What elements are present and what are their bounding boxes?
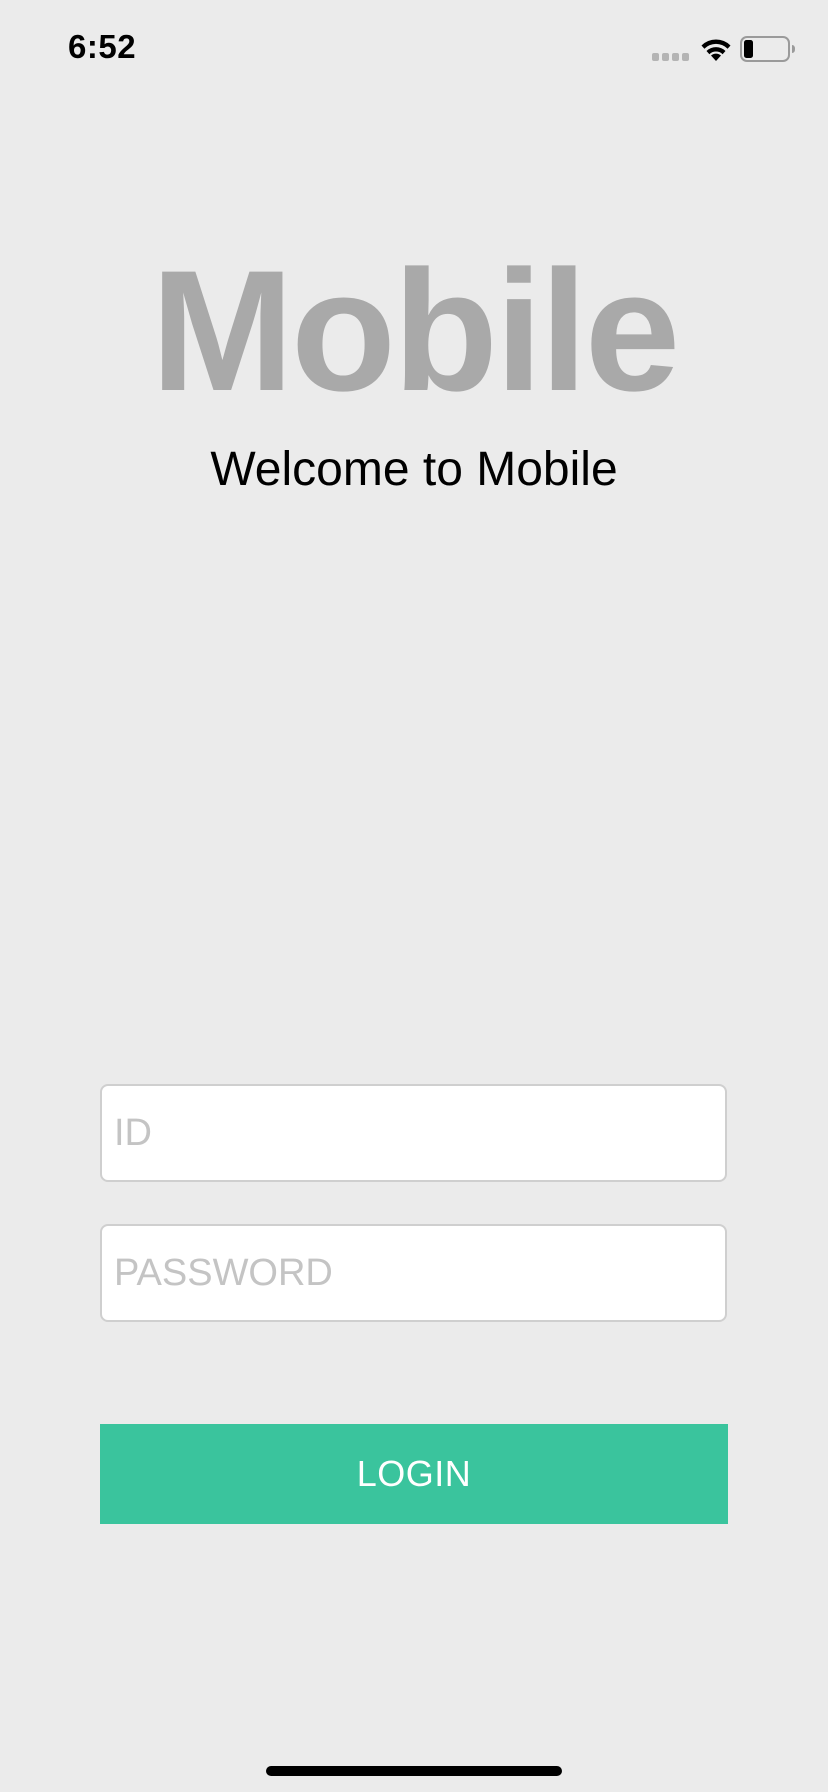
status-bar: 6:52 — [0, 0, 828, 100]
status-time: 6:52 — [68, 28, 137, 65]
password-input[interactable] — [100, 1224, 727, 1322]
welcome-text: Welcome to Mobile — [210, 443, 618, 496]
battery-icon — [740, 36, 795, 62]
login-button-label: LOGIN — [356, 1453, 472, 1494]
cellular-signal-icon — [652, 53, 692, 63]
login-button[interactable]: LOGIN — [100, 1424, 728, 1524]
id-input[interactable] — [100, 1084, 727, 1182]
app-title: Mobile — [150, 235, 681, 427]
wifi-icon — [701, 39, 731, 61]
home-indicator[interactable] — [266, 1766, 562, 1776]
